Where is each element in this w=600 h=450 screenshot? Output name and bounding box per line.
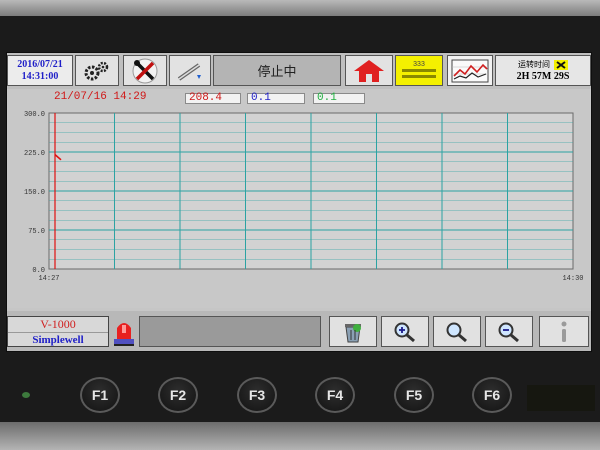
trend-chart-icon	[451, 59, 489, 82]
y-tick-label: 0.0	[32, 267, 45, 275]
clear-trend-button[interactable]	[329, 316, 377, 347]
info-button[interactable]	[539, 316, 589, 347]
y-tick-label: 225.0	[24, 150, 45, 158]
front-panel-display	[527, 385, 595, 411]
zoom-out-icon	[498, 322, 519, 342]
zoom-in-icon	[394, 322, 415, 342]
tools-icon	[132, 58, 158, 83]
trend-settings-icon: 333	[402, 61, 436, 78]
home-icon	[354, 59, 384, 82]
model-badge: V-1000 Simplewell	[7, 316, 109, 347]
trend-settings-button[interactable]: 333	[395, 55, 443, 86]
f4-key[interactable]: F4	[315, 377, 355, 413]
status-text: 停止中	[257, 64, 297, 79]
date-text: 2016/07/21	[17, 58, 63, 70]
bezel-bottom	[0, 422, 600, 450]
probe-icon	[177, 62, 201, 81]
zoom-icon	[446, 322, 467, 342]
zoom-reset-button[interactable]	[433, 316, 481, 347]
home-button[interactable]	[345, 55, 393, 86]
hmi-screen: 2016/07/21 14:31:00 停止中 333 运转时间 2H 57M …	[6, 52, 592, 352]
datetime-display: 2016/07/21 14:31:00	[7, 55, 73, 86]
gears-icon	[84, 61, 109, 80]
x-tick-label: 14:30	[562, 275, 583, 283]
alarm-lamp-button[interactable]	[111, 317, 137, 347]
timer-value: 2H 57M 29S	[516, 70, 570, 82]
f5-key[interactable]: F5	[394, 377, 434, 413]
function-key-panel: F1 F2 F3 F4 F5 F6	[0, 370, 600, 420]
run-timer: 运转时间 2H 57M 29S	[495, 55, 591, 86]
f3-key[interactable]: F3	[237, 377, 277, 413]
trash-icon	[345, 323, 361, 342]
bezel-top	[0, 0, 600, 16]
bottom-toolbar: V-1000 Simplewell	[7, 311, 591, 351]
zoom-out-button[interactable]	[485, 316, 533, 347]
alarm-message-box	[139, 316, 321, 347]
brand-name: Simplewell	[32, 334, 84, 346]
model-name: V-1000	[8, 317, 108, 333]
power-led	[22, 392, 30, 398]
run-status-display: 停止中	[213, 55, 341, 86]
zoom-in-button[interactable]	[381, 316, 429, 347]
trend-chart: 0.0 75.0 150.0 225.0 300.0 14:27 14:30	[24, 111, 584, 283]
tools-button[interactable]	[123, 55, 167, 86]
alarm-lamp-icon	[114, 323, 134, 346]
info-icon	[561, 321, 567, 342]
time-text: 14:31:00	[21, 70, 59, 82]
y-tick-label: 300.0	[24, 111, 45, 119]
f2-key[interactable]: F2	[158, 377, 198, 413]
timer-close-icon	[554, 59, 568, 70]
y-tick-label: 150.0	[24, 189, 45, 197]
timer-label: 运转时间	[518, 59, 550, 69]
trend-area: 21/07/16 14:29 208.4 0.1 0.1 0.0 75.0 150.…	[7, 89, 591, 344]
probe-button[interactable]	[169, 55, 211, 86]
trend-icon-label: 333	[413, 61, 425, 68]
f1-key[interactable]: F1	[80, 377, 120, 413]
settings-button[interactable]	[75, 55, 119, 86]
y-tick-label: 75.0	[28, 228, 45, 236]
top-toolbar: 2016/07/21 14:31:00 停止中 333 运转时间 2H 57M …	[7, 53, 591, 89]
trend-view-button[interactable]	[447, 55, 493, 86]
f6-key[interactable]: F6	[472, 377, 512, 413]
x-tick-label: 14:27	[38, 275, 59, 283]
